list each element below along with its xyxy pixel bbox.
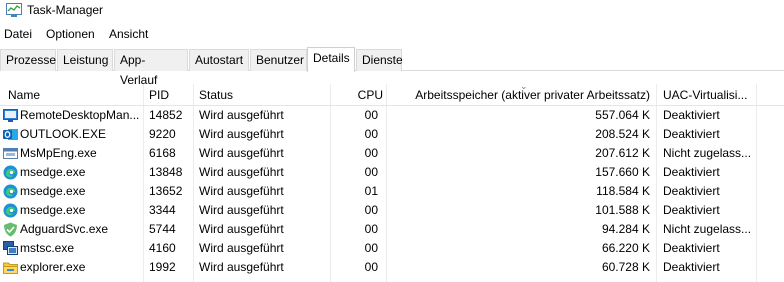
column-header-pid[interactable]: PID bbox=[149, 84, 169, 106]
row-status: Wird ausgeführt bbox=[199, 127, 284, 141]
row-pid: 14852 bbox=[149, 108, 183, 122]
title-bar: Task-Manager bbox=[0, 0, 784, 22]
row-memory: 157.660 K bbox=[595, 165, 650, 179]
row-cpu: 00 bbox=[364, 203, 378, 217]
outlook-icon bbox=[3, 129, 18, 140]
row-uac: Deaktiviert bbox=[663, 260, 720, 274]
row-name: explorer.exe bbox=[20, 260, 86, 274]
menu-ansicht[interactable]: Ansicht bbox=[109, 27, 148, 41]
row-pid: 6168 bbox=[149, 146, 176, 160]
row-cpu: 01 bbox=[364, 184, 378, 198]
row-status: Wird ausgeführt bbox=[199, 222, 284, 236]
table-row[interactable]: msedge.exe 3344 Wird ausgeführt 00 101.5… bbox=[0, 201, 784, 220]
row-pid: 3344 bbox=[149, 203, 176, 217]
tab-app-verlauf[interactable]: App-Verlauf bbox=[114, 49, 188, 87]
row-status: Wird ausgeführt bbox=[199, 203, 284, 217]
table-row[interactable]: msedge.exe 13848 Wird ausgeführt 00 157.… bbox=[0, 163, 784, 182]
table-row[interactable]: OUTLOOK.EXE 9220 Wird ausgeführt 00 208.… bbox=[0, 125, 784, 144]
row-pid: 13848 bbox=[149, 165, 183, 179]
column-header-status[interactable]: Status bbox=[199, 84, 233, 106]
row-memory: 66.220 K bbox=[601, 241, 650, 255]
row-uac: Deaktiviert bbox=[663, 184, 720, 198]
row-cpu: 00 bbox=[364, 222, 378, 236]
row-memory: 60.728 K bbox=[601, 260, 650, 274]
row-uac: Nicht zugelass... bbox=[663, 222, 752, 236]
mstsc-icon bbox=[3, 241, 18, 255]
column-header-cpu[interactable]: CPU bbox=[330, 84, 383, 106]
row-memory: 101.588 K bbox=[595, 203, 650, 217]
window-title: Task-Manager bbox=[27, 3, 104, 17]
edge-icon bbox=[3, 165, 18, 180]
row-uac: Deaktiviert bbox=[663, 108, 720, 122]
row-memory: 118.584 K bbox=[596, 184, 650, 198]
row-memory: 557.064 K bbox=[595, 108, 650, 122]
tab-details[interactable]: Details bbox=[307, 47, 355, 72]
table-row[interactable]: msedge.exe 13652 Wird ausgeführt 01 118.… bbox=[0, 182, 784, 201]
row-status: Wird ausgeführt bbox=[199, 184, 284, 198]
tab-prozesse[interactable]: Prozesse bbox=[0, 49, 56, 71]
row-name: msedge.exe bbox=[20, 203, 86, 217]
edge-icon bbox=[3, 203, 18, 218]
row-uac: Deaktiviert bbox=[663, 165, 720, 179]
table-row[interactable]: MsMpEng.exe 6168 Wird ausgeführt 00 207.… bbox=[0, 144, 784, 163]
task-manager-icon bbox=[6, 3, 22, 17]
row-pid: 13652 bbox=[149, 184, 183, 198]
row-cpu: 00 bbox=[364, 241, 378, 255]
explorer-icon bbox=[3, 262, 18, 274]
row-pid: 1992 bbox=[149, 260, 176, 274]
row-uac: Deaktiviert bbox=[663, 203, 720, 217]
row-uac: Deaktiviert bbox=[663, 127, 720, 141]
defender-icon bbox=[3, 148, 18, 159]
row-cpu: 00 bbox=[364, 165, 378, 179]
row-status: Wird ausgeführt bbox=[199, 165, 284, 179]
tab-bar: Prozesse Leistung App-Verlauf Autostart … bbox=[0, 46, 784, 87]
row-name: msedge.exe bbox=[20, 165, 86, 179]
row-pid: 9220 bbox=[149, 127, 176, 141]
remote-desktop-icon bbox=[3, 109, 18, 122]
column-header-row: Name PID Status CPU Arbeitsspeicher (akt… bbox=[0, 81, 784, 106]
row-name: OUTLOOK.EXE bbox=[20, 127, 107, 141]
table-row[interactable]: RemoteDesktopMan... 14852 Wird ausgeführ… bbox=[0, 106, 784, 125]
row-uac: Nicht zugelass... bbox=[663, 146, 752, 160]
row-cpu: 00 bbox=[364, 108, 378, 122]
row-status: Wird ausgeführt bbox=[199, 241, 284, 255]
row-status: Wird ausgeführt bbox=[199, 146, 284, 160]
row-name: AdguardSvc.exe bbox=[20, 222, 109, 236]
adguard-icon bbox=[4, 222, 17, 237]
row-memory: 207.612 K bbox=[595, 146, 650, 160]
row-cpu: 00 bbox=[364, 146, 378, 160]
sort-descending-icon: ⌄ bbox=[520, 81, 528, 91]
tab-leistung[interactable]: Leistung bbox=[57, 49, 113, 71]
row-memory: 208.524 K bbox=[595, 127, 650, 141]
row-memory: 94.284 K bbox=[601, 222, 650, 236]
row-uac: Deaktiviert bbox=[663, 241, 720, 255]
row-status: Wird ausgeführt bbox=[199, 108, 284, 122]
tab-autostart[interactable]: Autostart bbox=[189, 49, 249, 71]
row-cpu: 00 bbox=[364, 127, 378, 141]
menu-optionen[interactable]: Optionen bbox=[46, 27, 95, 41]
table-row[interactable]: AdguardSvc.exe 5744 Wird ausgeführt 00 9… bbox=[0, 220, 784, 239]
table-row[interactable]: explorer.exe 1992 Wird ausgeführt 00 60.… bbox=[0, 258, 784, 277]
tab-benutzer[interactable]: Benutzer bbox=[250, 49, 307, 71]
tab-dienste[interactable]: Dienste bbox=[356, 49, 403, 71]
row-pid: 5744 bbox=[149, 222, 176, 236]
menu-datei[interactable]: Datei bbox=[4, 27, 32, 41]
menu-bar: Datei Optionen Ansicht bbox=[0, 24, 784, 44]
row-pid: 4160 bbox=[149, 241, 176, 255]
row-name: msedge.exe bbox=[20, 184, 86, 198]
row-status: Wird ausgeführt bbox=[199, 260, 284, 274]
column-header-name[interactable]: Name bbox=[8, 84, 40, 106]
row-cpu: 00 bbox=[364, 260, 378, 274]
table-row[interactable]: mstsc.exe 4160 Wird ausgeführt 00 66.220… bbox=[0, 239, 784, 258]
row-name: mstsc.exe bbox=[20, 241, 75, 255]
row-name: RemoteDesktopMan... bbox=[20, 108, 140, 122]
row-name: MsMpEng.exe bbox=[20, 146, 97, 160]
column-header-uac[interactable]: UAC-Virtualisi... bbox=[663, 84, 747, 106]
edge-icon bbox=[3, 184, 18, 199]
